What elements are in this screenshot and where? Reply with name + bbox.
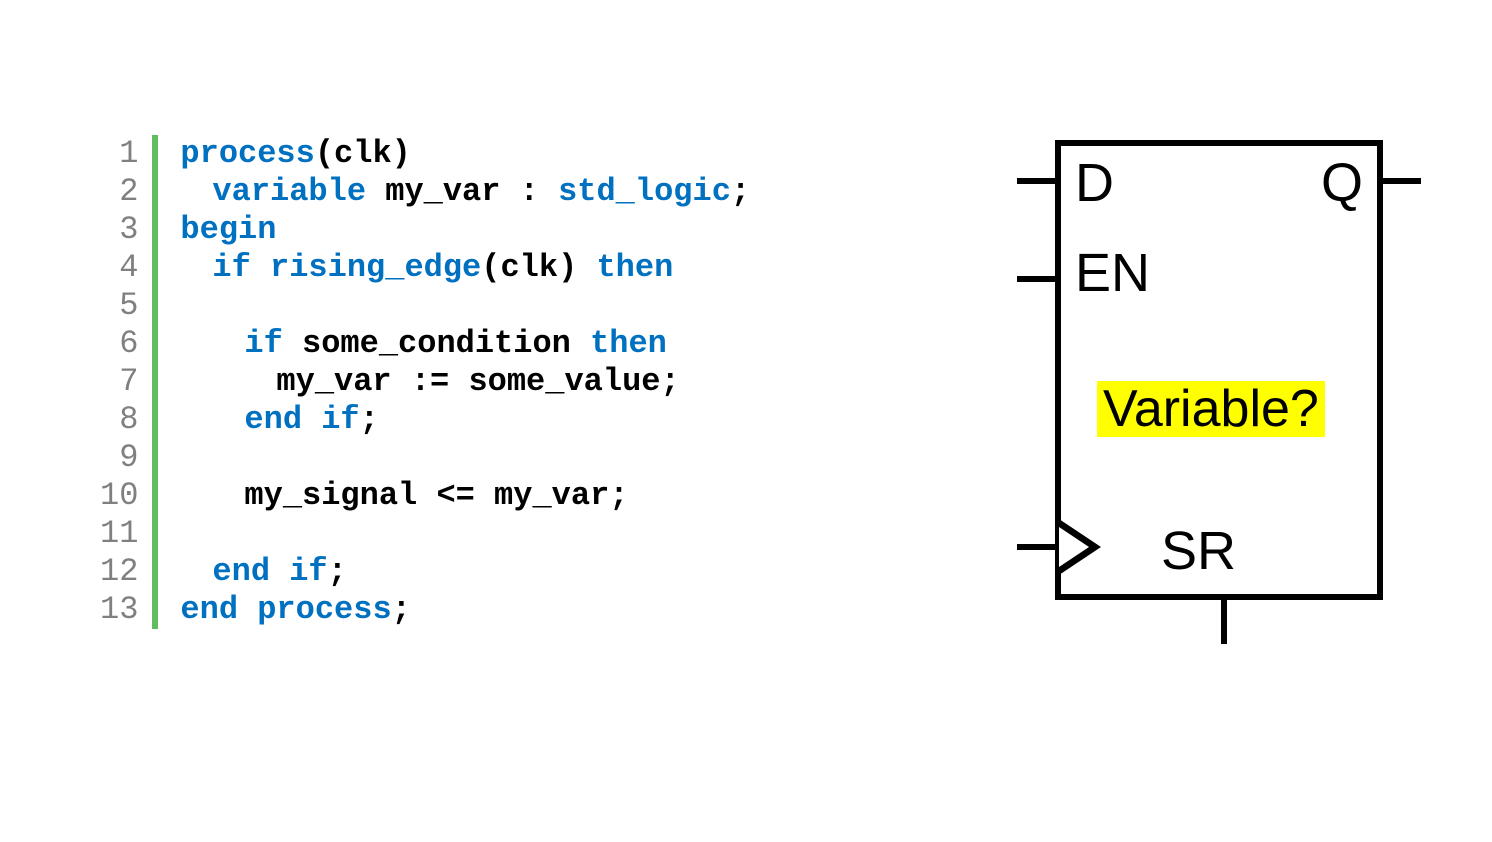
code-line xyxy=(180,515,750,553)
code-block: 1 2 3 4 5 6 7 8 9 10 11 12 13 process(cl… xyxy=(100,135,750,629)
keyword-endif: end if xyxy=(244,401,359,438)
condition: some_condition xyxy=(283,325,590,362)
variable-highlight-label: Variable? xyxy=(1097,381,1325,437)
keyword-then: then xyxy=(590,325,667,362)
flipflop-box: D Q EN Variable? SR xyxy=(1055,140,1383,600)
wire-clk xyxy=(1017,544,1061,550)
punct: ; xyxy=(392,591,411,628)
line-number: 13 xyxy=(100,591,138,629)
fn-rising-edge: rising_edge xyxy=(270,249,481,286)
code-line xyxy=(180,287,750,325)
type-stdlogic: std_logic xyxy=(558,173,731,210)
line-number: 3 xyxy=(100,211,138,249)
line-number-gutter: 1 2 3 4 5 6 7 8 9 10 11 12 13 xyxy=(100,135,152,629)
line-number: 12 xyxy=(100,553,138,591)
code-line: if some_condition then xyxy=(180,325,750,363)
pin-label-sr: SR xyxy=(1161,520,1236,582)
line-number: 6 xyxy=(100,325,138,363)
line-number: 1 xyxy=(100,135,138,173)
space xyxy=(251,249,270,286)
keyword-begin: begin xyxy=(180,211,276,248)
code-line: if rising_edge(clk) then xyxy=(180,249,750,287)
line-number: 4 xyxy=(100,249,138,287)
keyword-endif: end if xyxy=(212,553,327,590)
punct: ; xyxy=(328,553,347,590)
keyword-if: if xyxy=(244,325,282,362)
var-decl: my_var : xyxy=(366,173,558,210)
punct: ) xyxy=(392,135,411,172)
code-content: process(clk) variable my_var : std_logic… xyxy=(180,135,750,629)
line-number: 8 xyxy=(100,401,138,439)
assign-var: my_var := some_value; xyxy=(276,363,679,400)
assign-signal: my_signal <= my_var; xyxy=(244,477,628,514)
wire-d xyxy=(1017,178,1061,184)
flipflop-diagram: D Q EN Variable? SR xyxy=(1055,140,1383,600)
wire-en xyxy=(1017,276,1061,282)
gutter-bar xyxy=(152,135,158,629)
pin-label-d: D xyxy=(1075,152,1114,214)
args: (clk) xyxy=(481,249,596,286)
code-line: process(clk) xyxy=(180,135,750,173)
keyword-then: then xyxy=(596,249,673,286)
code-line xyxy=(180,439,750,477)
code-line: end process; xyxy=(180,591,750,629)
keyword-process: process xyxy=(180,135,314,172)
punct: ; xyxy=(360,401,379,438)
code-line: end if; xyxy=(180,401,750,439)
clock-edge-icon-inner xyxy=(1059,527,1089,567)
code-line: my_var := some_value; xyxy=(180,363,750,401)
code-line: begin xyxy=(180,211,750,249)
pin-label-q: Q xyxy=(1321,152,1363,214)
punct: ( xyxy=(315,135,334,172)
line-number: 10 xyxy=(100,477,138,515)
punct: ; xyxy=(731,173,750,210)
code-line: my_signal <= my_var; xyxy=(180,477,750,515)
line-number: 5 xyxy=(100,287,138,325)
code-line: end if; xyxy=(180,553,750,591)
line-number: 9 xyxy=(100,439,138,477)
wire-q xyxy=(1377,178,1421,184)
keyword-variable: variable xyxy=(212,173,366,210)
wire-sr xyxy=(1221,594,1227,644)
line-number: 7 xyxy=(100,363,138,401)
pin-label-en: EN xyxy=(1075,242,1150,304)
code-line: variable my_var : std_logic; xyxy=(180,173,750,211)
line-number: 11 xyxy=(100,515,138,553)
keyword-endprocess: end process xyxy=(180,591,391,628)
ident-clk: clk xyxy=(334,135,392,172)
line-number: 2 xyxy=(100,173,138,211)
keyword-if: if xyxy=(212,249,250,286)
